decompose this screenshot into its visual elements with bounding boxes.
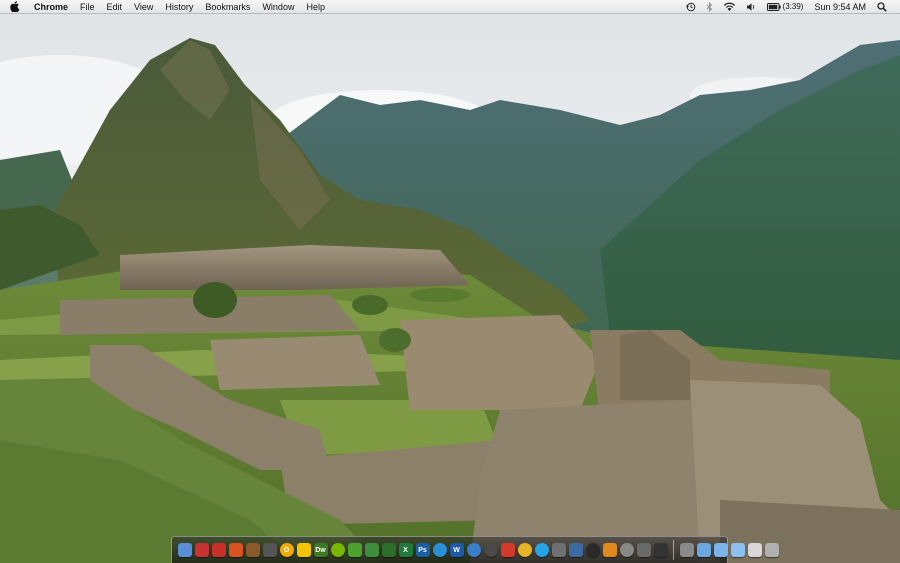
safari-icon[interactable] xyxy=(466,543,481,557)
pin-icon[interactable] xyxy=(194,543,209,557)
bluetooth-icon[interactable] xyxy=(701,0,718,13)
apple-menu-icon[interactable] xyxy=(10,1,20,12)
machu-picchu-photo xyxy=(0,0,900,563)
ribbon-icon[interactable] xyxy=(364,543,379,557)
pinwheel-icon[interactable] xyxy=(483,543,498,557)
flag-icon[interactable] xyxy=(381,543,396,557)
excel-icon[interactable]: X xyxy=(398,543,413,557)
dreamweaver-icon[interactable]: Dw xyxy=(313,543,328,557)
ical-icon[interactable] xyxy=(500,543,515,557)
dock-apps: O Dw X Ps W xyxy=(176,543,669,557)
dock-stacks xyxy=(678,543,780,557)
menu-edit[interactable]: Edit xyxy=(101,0,129,13)
quill-icon[interactable] xyxy=(568,543,583,557)
adium-duck-icon[interactable] xyxy=(296,543,311,557)
wifi-icon[interactable] xyxy=(718,0,741,13)
dock: O Dw X Ps W xyxy=(171,536,779,563)
spotify-icon[interactable] xyxy=(330,543,345,557)
pdf-icon[interactable] xyxy=(211,543,226,557)
terminal-icon[interactable] xyxy=(653,543,668,557)
menu-file[interactable]: File xyxy=(74,0,101,13)
menu-bar-left: Chrome File Edit View History Bookmarks … xyxy=(0,0,331,13)
volume-icon[interactable] xyxy=(741,0,762,13)
menu-clock[interactable]: Sun 9:54 AM xyxy=(808,2,872,12)
chrome-icon[interactable] xyxy=(517,543,532,557)
spotlight-icon[interactable] xyxy=(872,0,892,13)
bulb-icon[interactable] xyxy=(619,543,634,557)
vlc-icon[interactable] xyxy=(602,543,617,557)
battery-status[interactable]: (3:39) xyxy=(762,0,809,13)
preview-icon[interactable] xyxy=(551,543,566,557)
finder-icon[interactable] xyxy=(177,543,192,557)
menu-bar: Chrome File Edit View History Bookmarks … xyxy=(0,0,900,14)
o-icon[interactable]: O xyxy=(279,543,294,557)
film-icon[interactable] xyxy=(636,543,651,557)
library-icon[interactable] xyxy=(679,543,694,557)
menu-app-name[interactable]: Chrome xyxy=(28,0,74,13)
uninstaller-icon[interactable] xyxy=(228,543,243,557)
dock-separator xyxy=(673,540,674,560)
menu-bookmarks[interactable]: Bookmarks xyxy=(199,0,256,13)
battery-icon xyxy=(766,2,781,11)
guitar-icon[interactable] xyxy=(245,543,260,557)
battery-time-remaining: (3:39) xyxy=(782,2,804,11)
quicktime-icon[interactable] xyxy=(585,543,600,557)
menu-help[interactable]: Help xyxy=(300,0,331,13)
word-icon[interactable]: W xyxy=(449,543,464,557)
desktop-wallpaper xyxy=(0,0,900,563)
downloads-folder-icon[interactable] xyxy=(730,543,745,557)
menu-bar-extras: (3:39) Sun 9:54 AM xyxy=(681,0,900,13)
menu-view[interactable]: View xyxy=(128,0,159,13)
menu-window[interactable]: Window xyxy=(256,0,300,13)
documents-folder-icon[interactable] xyxy=(713,543,728,557)
applications-folder-icon[interactable] xyxy=(696,543,711,557)
skype-icon[interactable] xyxy=(534,543,549,557)
trash-icon[interactable] xyxy=(764,543,779,557)
evernote-icon[interactable] xyxy=(347,543,362,557)
mail-icon[interactable] xyxy=(747,543,762,557)
time-machine-icon[interactable] xyxy=(681,0,701,13)
itunes-icon[interactable] xyxy=(432,543,447,557)
star-icon[interactable] xyxy=(262,543,277,557)
menu-history[interactable]: History xyxy=(159,0,199,13)
photoshop-icon[interactable]: Ps xyxy=(415,543,430,557)
